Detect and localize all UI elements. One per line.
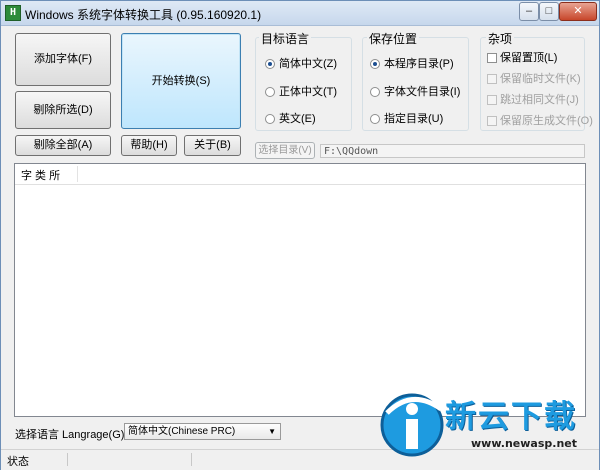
checkbox-icon [487, 95, 497, 106]
checkbox-keep-temp-files[interactable]: 保留临时文件(K) [487, 70, 581, 86]
checkbox-keep-original-output[interactable]: 保留原生成文件(O) [487, 112, 593, 128]
checkbox-skip-same-files[interactable]: 跳过相同文件(J) [487, 91, 579, 107]
font-file-list[interactable]: 字 类 所 [14, 163, 586, 417]
title-bar[interactable]: H Windows 系统字体转换工具 (0.95.160920.1) – □ ✕ [1, 1, 599, 26]
status-text: 状态 [7, 456, 29, 468]
minimize-button[interactable]: – [519, 2, 539, 21]
radio-icon [370, 87, 380, 98]
watermark: 新云下载 www.newasp.net [373, 381, 599, 469]
app-icon: H [5, 5, 21, 21]
column-separator [77, 166, 78, 182]
radio-label: 正体中文(T) [279, 86, 338, 98]
choose-dir-button[interactable]: 选择目录(V) [255, 142, 315, 159]
target-language-title: 目标语言 [259, 30, 312, 47]
checkbox-label: 保留原生成文件(O) [500, 115, 593, 127]
status-separator [191, 453, 192, 466]
radio-simplified-chinese[interactable]: 简体中文(Z) [265, 55, 337, 71]
radio-traditional-chinese[interactable]: 正体中文(T) [265, 83, 337, 99]
radio-specified-dir[interactable]: 指定目录(U) [370, 110, 443, 126]
radio-font-file-dir[interactable]: 字体文件目录(I) [370, 83, 460, 99]
status-separator [67, 453, 68, 466]
remove-all-button[interactable]: 剔除全部(A) [15, 135, 111, 156]
language-label: 选择语言 Langrage(G): [15, 429, 128, 441]
window-title: Windows 系统字体转换工具 (0.95.160920.1) [25, 8, 262, 22]
close-button[interactable]: ✕ [559, 2, 597, 21]
checkbox-keep-on-top[interactable]: 保留置顶(L) [487, 49, 557, 65]
save-location-title: 保存位置 [367, 30, 420, 47]
watermark-url: www.newasp.net [471, 437, 577, 450]
radio-selected-icon [370, 59, 380, 70]
radio-label: 英文(E) [279, 113, 316, 125]
radio-icon [265, 87, 275, 98]
output-path-field[interactable]: F:\QQdown [320, 144, 585, 158]
checkbox-icon [487, 74, 497, 85]
misc-title: 杂项 [486, 30, 515, 47]
radio-icon [370, 114, 380, 125]
checkbox-icon [487, 53, 497, 64]
checkbox-label: 保留临时文件(K) [500, 73, 581, 85]
watermark-title: 新云下载 [445, 399, 577, 435]
language-select-value: 简体中文(Chinese PRC) [128, 426, 236, 437]
checkbox-icon [487, 116, 497, 127]
radio-english[interactable]: 英文(E) [265, 110, 316, 126]
start-convert-button[interactable]: 开始转换(S) [121, 33, 241, 129]
remove-selected-button[interactable]: 剔除所选(D) [15, 91, 111, 129]
column-header[interactable]: 字 类 所 [21, 167, 60, 183]
checkbox-label: 保留置顶(L) [500, 52, 558, 64]
radio-label: 本程序目录(P) [384, 58, 454, 70]
dropdown-arrow-icon: ▼ [268, 427, 276, 436]
main-window: H Windows 系统字体转换工具 (0.95.160920.1) – □ ✕… [0, 0, 600, 470]
add-font-button[interactable]: 添加字体(F) [15, 33, 111, 86]
help-button[interactable]: 帮助(H) [121, 135, 177, 156]
checkbox-label: 跳过相同文件(J) [500, 94, 579, 106]
about-button[interactable]: 关于(B) [184, 135, 241, 156]
watermark-logo-icon [380, 393, 444, 457]
radio-label: 字体文件目录(I) [384, 86, 461, 98]
list-header: 字 类 所 [15, 164, 585, 185]
radio-program-dir[interactable]: 本程序目录(P) [370, 55, 454, 71]
maximize-button[interactable]: □ [539, 2, 559, 21]
radio-label: 指定目录(U) [384, 113, 444, 125]
radio-selected-icon [265, 59, 275, 70]
radio-label: 简体中文(Z) [279, 58, 338, 70]
language-select[interactable]: 简体中文(Chinese PRC) ▼ [124, 423, 281, 440]
radio-icon [265, 114, 275, 125]
